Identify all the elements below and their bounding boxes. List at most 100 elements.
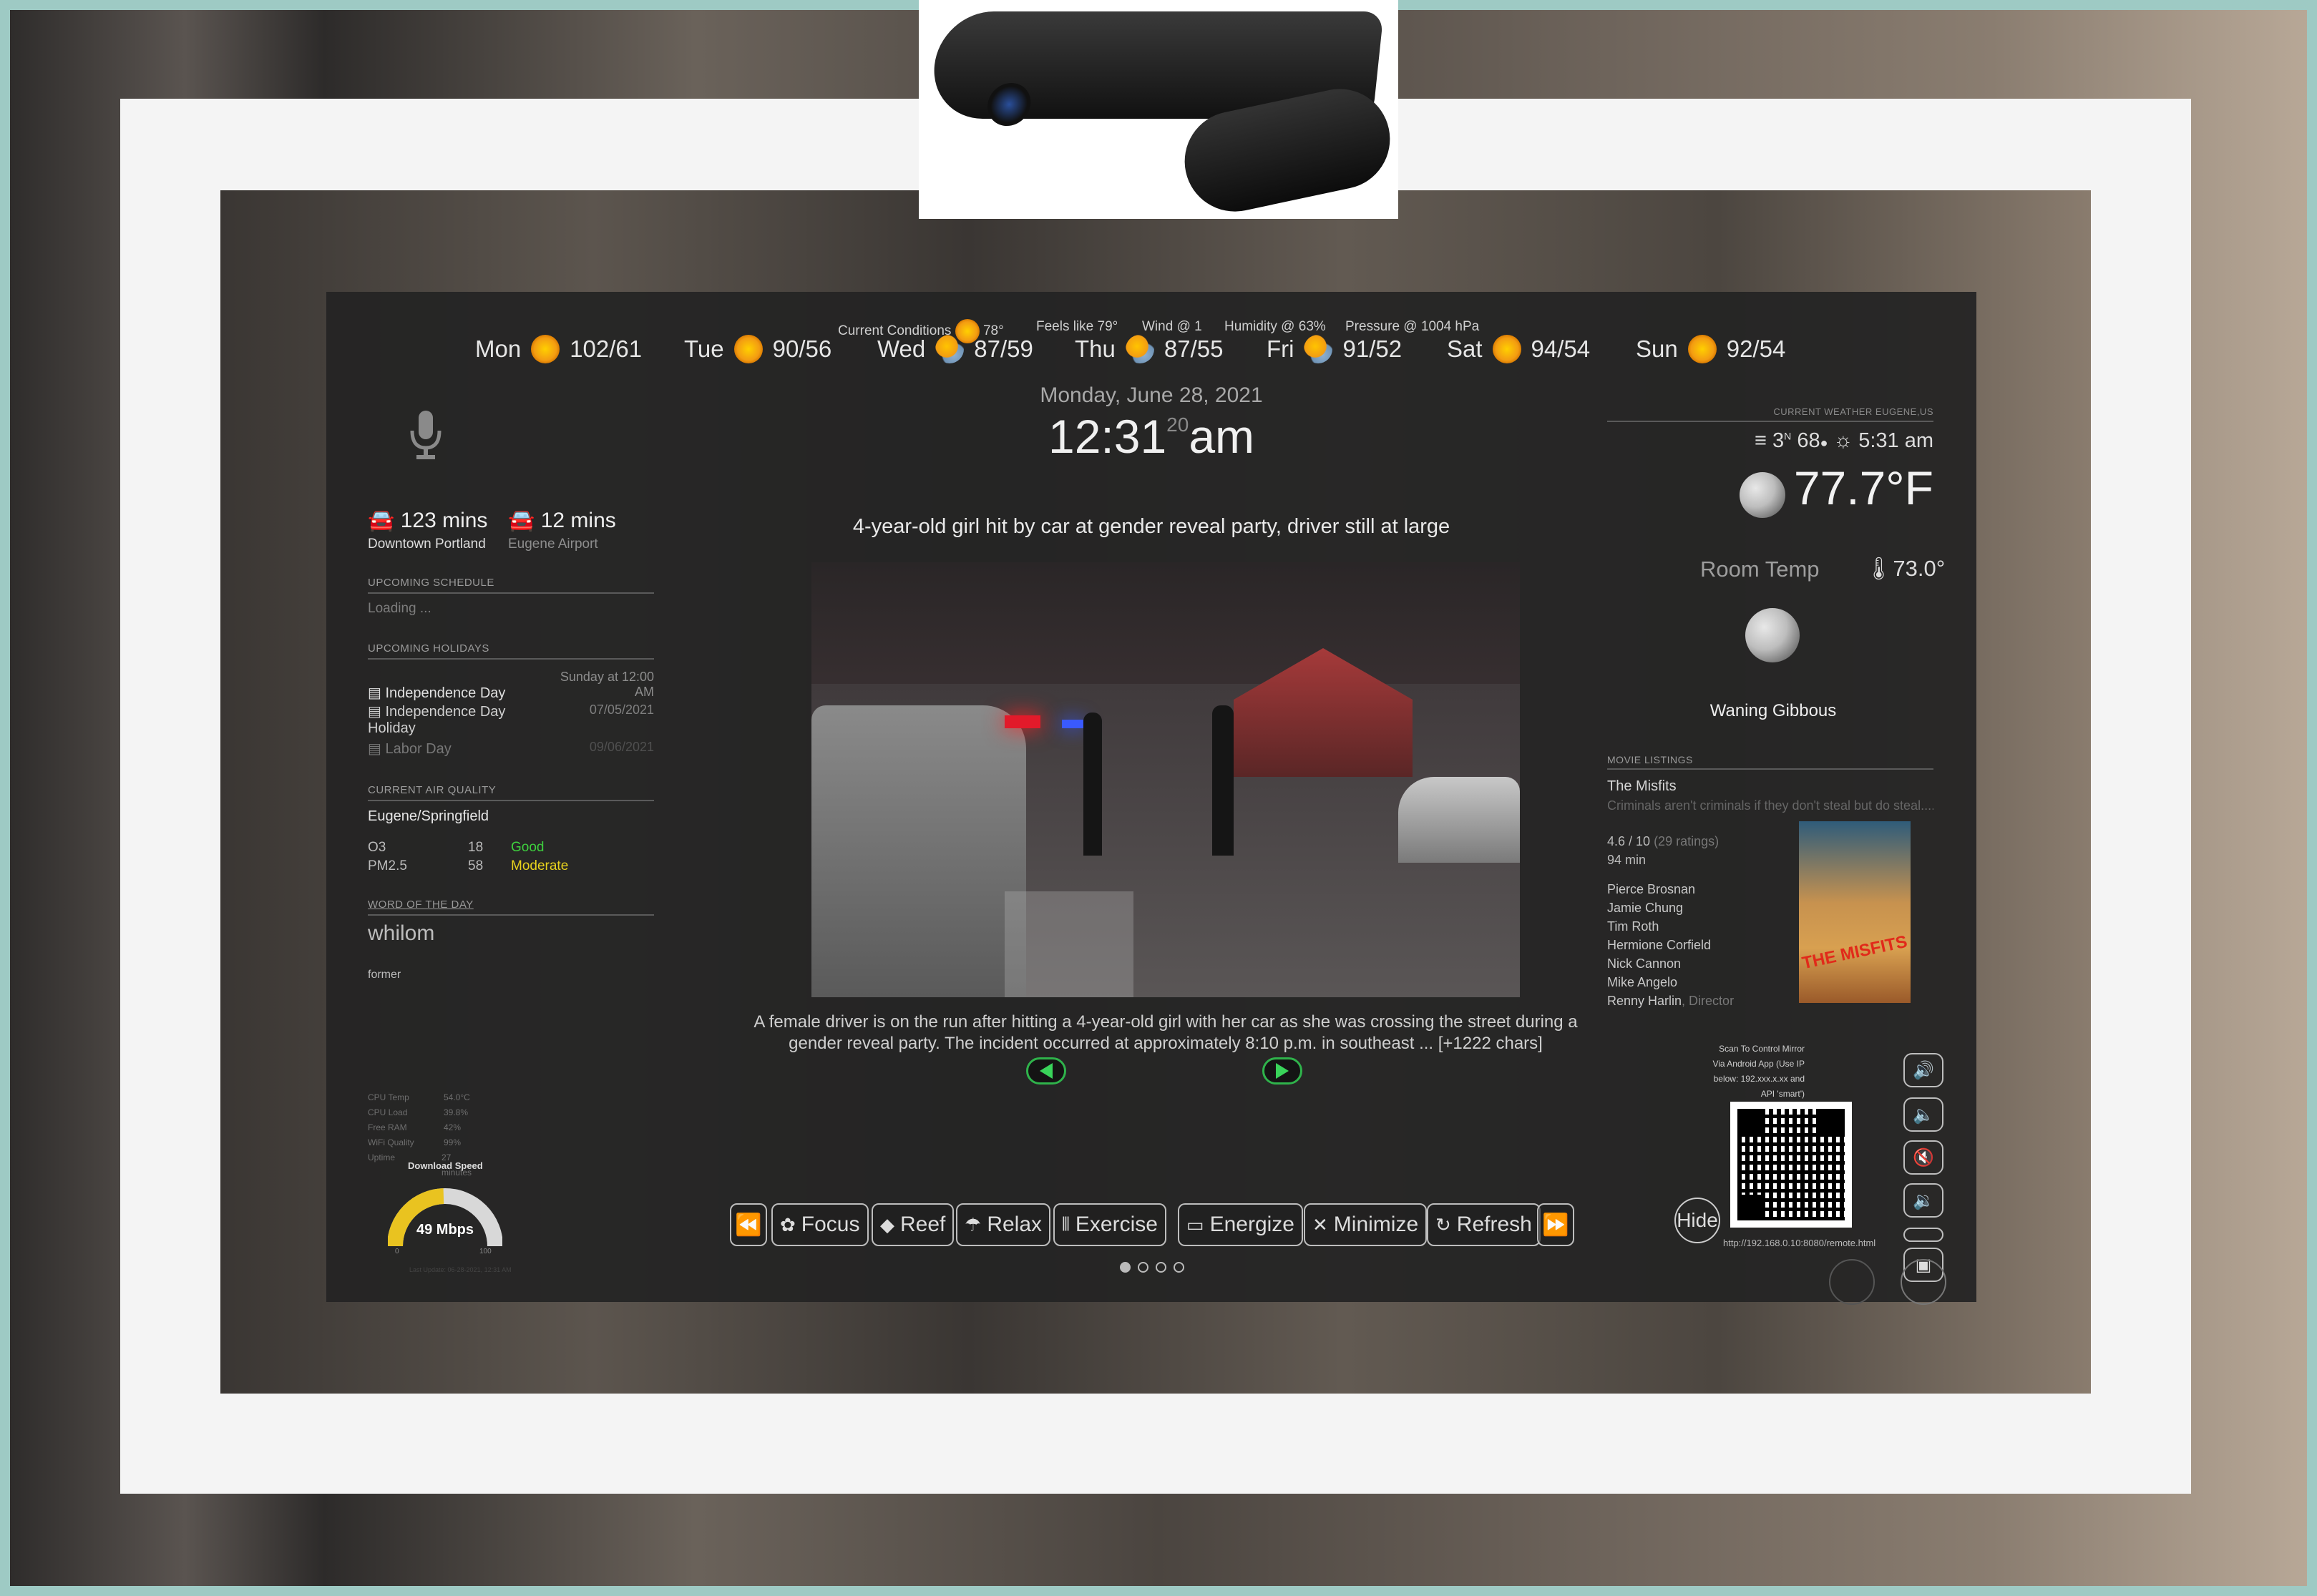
page-indicator[interactable]: [1120, 1262, 1131, 1273]
mute-icon: 🔇: [1913, 1147, 1934, 1167]
volume-up-button[interactable]: 🔊: [1903, 1053, 1943, 1087]
clock-ampm: am: [1189, 410, 1254, 463]
volume-down-button[interactable]: 🔉: [1903, 1183, 1943, 1218]
sunrise-icon: ☼: [1833, 429, 1853, 452]
umbrella-icon: ☂: [965, 1213, 982, 1235]
forecast-day: Thu 87/55: [1075, 335, 1224, 363]
movie-tagline: Criminals aren't criminals if they don't…: [1607, 798, 1933, 813]
list-item: Nick Cannon: [1607, 956, 1682, 971]
moon-phase-icon: [1745, 608, 1800, 662]
next-page-button[interactable]: ⏩: [1537, 1203, 1574, 1246]
room-temp: 🌡73.0°: [1865, 556, 1946, 581]
movie-cast: Pierce Brosnan Jamie Chung Tim Roth Herm…: [1607, 880, 1734, 1010]
air-table: O3 18 Good PM2.5 58 Moderate: [368, 840, 582, 874]
power-icon[interactable]: [1829, 1259, 1875, 1305]
movie-title: The Misfits: [1607, 778, 1677, 794]
volume-low-icon: 🔈: [1913, 1105, 1934, 1125]
list-item: Tim Roth: [1607, 919, 1659, 934]
news-prev-button[interactable]: [1026, 1057, 1066, 1085]
holiday-list: ▤ Independence Day Sunday at 12:00 AM ▤ …: [368, 670, 654, 758]
speed-updated: Last Update: 06-28-2021, 12:31 AM: [409, 1266, 512, 1273]
volume-down-icon: 🔉: [1913, 1190, 1934, 1210]
energize-button[interactable]: ▭ Energize: [1178, 1203, 1303, 1246]
page-indicator[interactable]: [1138, 1262, 1148, 1273]
air-quality-header: CURRENT AIR QUALITY: [368, 784, 497, 796]
sun-icon: [733, 335, 763, 363]
gauge-max: 100: [479, 1248, 492, 1255]
forecast-day: Wed 87/59: [877, 335, 1033, 363]
thermometer-icon: 🌡: [1865, 556, 1893, 581]
current-temperature: 77.7°F: [1793, 461, 1933, 514]
mute-button[interactable]: 🔇: [1903, 1140, 1943, 1175]
speed-title: Download Speed: [408, 1160, 483, 1171]
news-next-button[interactable]: [1262, 1057, 1302, 1085]
air-status: Moderate: [511, 858, 569, 873]
forecast-day: Sun 92/54: [1636, 335, 1786, 363]
news-body: A female driver is on the run after hitt…: [753, 1012, 1578, 1053]
sun-icon: [1492, 335, 1521, 363]
partly-sunny-icon: [1125, 335, 1154, 363]
calendar-icon: ▤: [368, 741, 381, 757]
weather-header: CURRENT WEATHER EUGENE,US: [1773, 406, 1933, 417]
list-item: Mike Angelo: [1607, 975, 1678, 989]
remote-url: http://192.168.0.10:8080/remote.html: [1723, 1238, 1876, 1248]
magic-mirror-panel: Current Conditions 78° Feels like 79° Wi…: [326, 292, 1976, 1305]
forecast-day: Mon 102/61: [475, 335, 643, 363]
holidays-header: UPCOMING HOLIDAYS: [368, 642, 489, 655]
minimize-button[interactable]: ✕ Minimize: [1304, 1203, 1428, 1246]
sun-icon: [531, 335, 560, 363]
word-header: WORD OF THE DAY: [368, 899, 474, 911]
wind: Wind @ 1: [1142, 319, 1202, 334]
divider: [368, 658, 654, 660]
movie-poster: THE MISFITS: [1799, 821, 1911, 1003]
news-image: [811, 562, 1520, 997]
list-item: ▤ Independence Day Sunday at 12:00 AM: [368, 670, 654, 701]
table-row: PM2.5 58 Moderate: [368, 858, 569, 873]
news-headline: 4-year-old girl hit by car at gender rev…: [852, 515, 1450, 538]
moon-icon: [1740, 472, 1785, 518]
list-item: ▤ Independence Day Holiday 07/05/2021: [368, 702, 654, 736]
arrow-right-icon: [1276, 1063, 1289, 1079]
list-item: Jamie Chung: [1607, 901, 1684, 915]
commute-destination: Eugene Airport: [508, 537, 598, 552]
movie-runtime: 94 min: [1607, 853, 1647, 867]
slider-button[interactable]: [1903, 1228, 1943, 1242]
speed-value: 49 Mbps: [416, 1222, 474, 1238]
list-item: Hermione Corfield: [1607, 938, 1712, 952]
qr-code: [1730, 1102, 1852, 1228]
table-row: O3 18 Good: [368, 840, 582, 858]
previous-page-button[interactable]: ⏪: [730, 1203, 767, 1246]
refresh-icon: ↻: [1435, 1213, 1451, 1235]
exercise-button[interactable]: ⫴ Exercise: [1053, 1203, 1166, 1246]
fast-forward-icon: ⏩: [1542, 1213, 1569, 1237]
product-photo: [919, 0, 1400, 221]
speed-gauge: [388, 1188, 502, 1247]
reef-button[interactable]: ◆ Reef: [872, 1203, 955, 1246]
weather-details: ≡ 3N 68● ☼ 5:31 am: [1755, 429, 1933, 452]
camera-lens: [985, 83, 1033, 126]
calendar-icon: ▤: [368, 704, 381, 720]
lotus-icon: ✿: [780, 1213, 796, 1235]
refresh-button[interactable]: ↻ Refresh: [1427, 1203, 1541, 1246]
schedule-status: Loading ...: [368, 601, 431, 616]
movie-rating: 4.6 / 10 (29 ratings): [1607, 834, 1720, 848]
relax-button[interactable]: ☂ Relax: [956, 1203, 1051, 1246]
divider: [1607, 768, 1933, 770]
focus-button[interactable]: ✿ Focus: [771, 1203, 869, 1246]
page-indicator[interactable]: [1156, 1262, 1166, 1273]
list-item: ▤ Labor Day 09/06/2021: [368, 740, 654, 757]
schedule-header: UPCOMING SCHEDULE: [368, 577, 494, 589]
air-status: Good: [511, 840, 545, 855]
volume-low-button[interactable]: 🔈: [1903, 1097, 1943, 1132]
page-indicator[interactable]: [1174, 1262, 1184, 1273]
word-of-day: whilom: [368, 921, 435, 945]
divider: [368, 592, 654, 594]
qr-caption: Scan To Control Mirror Via Android App (…: [1712, 1044, 1805, 1099]
hide-qr-button[interactable]: Hide: [1674, 1198, 1720, 1243]
clock-date: Monday, June 28, 2021: [1040, 383, 1263, 407]
volume-up-icon: 🔊: [1913, 1060, 1934, 1080]
settings-icon[interactable]: [1901, 1259, 1946, 1305]
calendar-icon: ▤: [368, 685, 381, 701]
house: [1234, 648, 1413, 777]
microphone-icon[interactable]: [408, 409, 444, 462]
